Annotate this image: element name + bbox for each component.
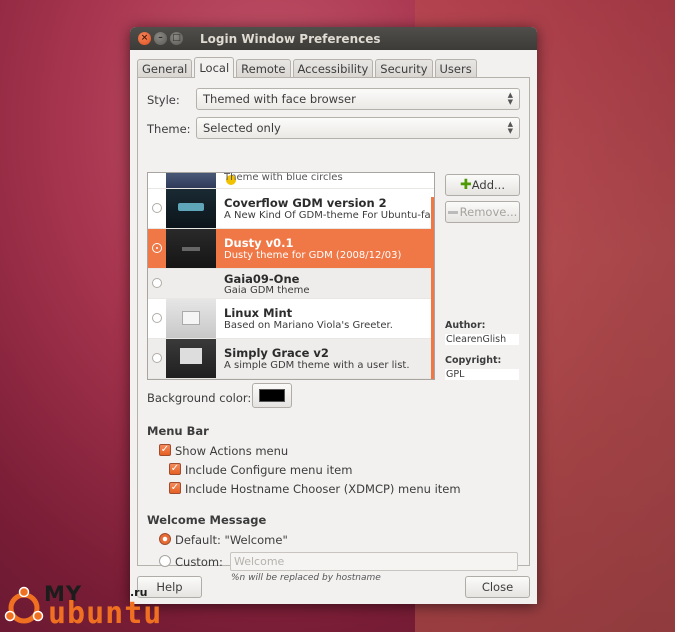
list-item[interactable]: Linux Mint Based on Mariano Viola's Gree… bbox=[148, 299, 434, 339]
menu-bar-heading: Menu Bar bbox=[147, 424, 209, 438]
include-hostname-checkbox[interactable]: ✓ bbox=[169, 482, 181, 494]
background-color-label: Background color: bbox=[147, 391, 252, 405]
show-actions-label: Show Actions menu bbox=[175, 444, 289, 458]
style-label: Style: bbox=[147, 93, 180, 107]
show-actions-checkbox[interactable]: ✓ bbox=[159, 444, 171, 456]
window-title: Login Window Preferences bbox=[200, 31, 381, 46]
theme-desc: A simple GDM theme with a user list. bbox=[224, 360, 410, 371]
welcome-hint: %n will be replaced by hostname bbox=[231, 573, 381, 583]
custom-welcome-label: Custom: bbox=[175, 555, 223, 569]
list-item[interactable]: Gaia09-One Gaia GDM theme bbox=[148, 269, 434, 299]
theme-radio[interactable] bbox=[152, 278, 162, 288]
plus-icon: ✚ bbox=[460, 177, 472, 193]
style-value: Themed with face browser bbox=[203, 92, 356, 106]
include-configure-checkbox[interactable]: ✓ bbox=[169, 463, 181, 475]
add-theme-button[interactable]: ✚Add... bbox=[445, 174, 520, 196]
logo-ubuntu: ubuntu bbox=[48, 596, 163, 631]
list-item[interactable]: Coverflow GDM version 2 A New Kind Of GD… bbox=[148, 189, 434, 229]
author-label: Author: bbox=[445, 320, 486, 331]
combo-arrows-icon: ▲ ▼ bbox=[507, 91, 513, 106]
include-configure-label: Include Configure menu item bbox=[185, 463, 353, 477]
theme-thumbnail bbox=[166, 173, 236, 188]
tab-bar: General Local Remote Accessibility Secur… bbox=[137, 57, 479, 78]
copyright-value: GPL bbox=[445, 369, 519, 380]
local-tab-panel: Style: Themed with face browser ▲ ▼ Theme… bbox=[137, 77, 530, 583]
theme-name: Coverflow GDM version 2 bbox=[224, 196, 387, 210]
custom-welcome-radio[interactable] bbox=[159, 555, 171, 567]
author-value: ClearenGlish bbox=[445, 334, 519, 345]
theme-desc: A New Kind Of GDM-theme For Ubuntu-fans! bbox=[224, 210, 435, 221]
theme-list[interactable]: Theme with blue circles Coverflow GDM ve… bbox=[147, 172, 435, 380]
theme-label: Theme: bbox=[147, 122, 191, 136]
theme-name: Simply Grace v2 bbox=[224, 346, 329, 360]
window-titlebar[interactable]: × – □ Login Window Preferences bbox=[130, 27, 537, 50]
add-button-label: Add... bbox=[471, 178, 505, 192]
tab-security[interactable]: Security bbox=[375, 59, 433, 78]
close-button[interactable]: Close bbox=[465, 576, 530, 598]
theme-thumbnail bbox=[166, 229, 216, 268]
style-combobox[interactable]: Themed with face browser ▲ ▼ bbox=[196, 88, 520, 110]
list-item[interactable]: Simply Grace v2 A simple GDM theme with … bbox=[148, 339, 434, 379]
preferences-window: × – □ Login Window Preferences General L… bbox=[130, 27, 537, 604]
tab-local[interactable]: Local bbox=[194, 57, 235, 78]
minus-icon bbox=[447, 211, 458, 214]
theme-desc: Gaia GDM theme bbox=[224, 285, 310, 296]
tab-remote[interactable]: Remote bbox=[236, 59, 291, 78]
list-item[interactable]: Theme with blue circles bbox=[148, 173, 434, 189]
copyright-label: Copyright: bbox=[445, 355, 502, 366]
theme-combobox[interactable]: Selected only ▲ ▼ bbox=[196, 117, 520, 139]
default-welcome-radio[interactable] bbox=[159, 533, 171, 545]
theme-radio[interactable] bbox=[152, 353, 162, 363]
theme-thumbnail bbox=[166, 339, 216, 378]
include-hostname-label: Include Hostname Chooser (XDMCP) menu it… bbox=[185, 482, 461, 496]
theme-radio[interactable] bbox=[152, 313, 162, 323]
theme-thumbnail bbox=[166, 189, 216, 228]
ubuntu-circle-icon bbox=[4, 586, 44, 624]
welcome-message-heading: Welcome Message bbox=[147, 513, 267, 527]
theme-name: Gaia09-One bbox=[224, 272, 300, 286]
remove-button-label: Remove... bbox=[459, 205, 518, 219]
myubuntu-logo: MY .ru ubuntu bbox=[4, 580, 184, 632]
list-scrollbar[interactable] bbox=[431, 197, 434, 379]
theme-desc: Theme with blue circles bbox=[224, 172, 343, 183]
theme-name: Linux Mint bbox=[224, 306, 293, 320]
theme-desc: Dusty theme for GDM (2008/12/03) bbox=[224, 250, 402, 261]
default-welcome-label: Default: "Welcome" bbox=[175, 533, 288, 547]
color-swatch bbox=[259, 389, 285, 402]
tab-general[interactable]: General bbox=[137, 59, 193, 78]
close-window-icon[interactable]: × bbox=[138, 32, 151, 45]
theme-name: Dusty v0.1 bbox=[224, 236, 294, 250]
list-item[interactable]: Dusty v0.1 Dusty theme for GDM (2008/12/… bbox=[148, 229, 434, 269]
tab-accessibility[interactable]: Accessibility bbox=[292, 59, 374, 78]
minimize-window-icon[interactable]: – bbox=[154, 32, 167, 45]
maximize-window-icon[interactable]: □ bbox=[170, 32, 183, 45]
theme-radio[interactable] bbox=[152, 203, 162, 213]
custom-welcome-input[interactable]: Welcome bbox=[230, 552, 518, 571]
background-color-button[interactable] bbox=[252, 383, 292, 408]
tab-users[interactable]: Users bbox=[434, 59, 477, 78]
theme-desc: Based on Mariano Viola's Greeter. bbox=[224, 320, 393, 331]
combo-arrows-icon: ▲ ▼ bbox=[507, 120, 513, 135]
theme-radio[interactable] bbox=[152, 243, 162, 253]
theme-thumbnail bbox=[166, 299, 216, 338]
remove-theme-button[interactable]: Remove... bbox=[445, 201, 520, 223]
theme-value: Selected only bbox=[203, 121, 281, 135]
